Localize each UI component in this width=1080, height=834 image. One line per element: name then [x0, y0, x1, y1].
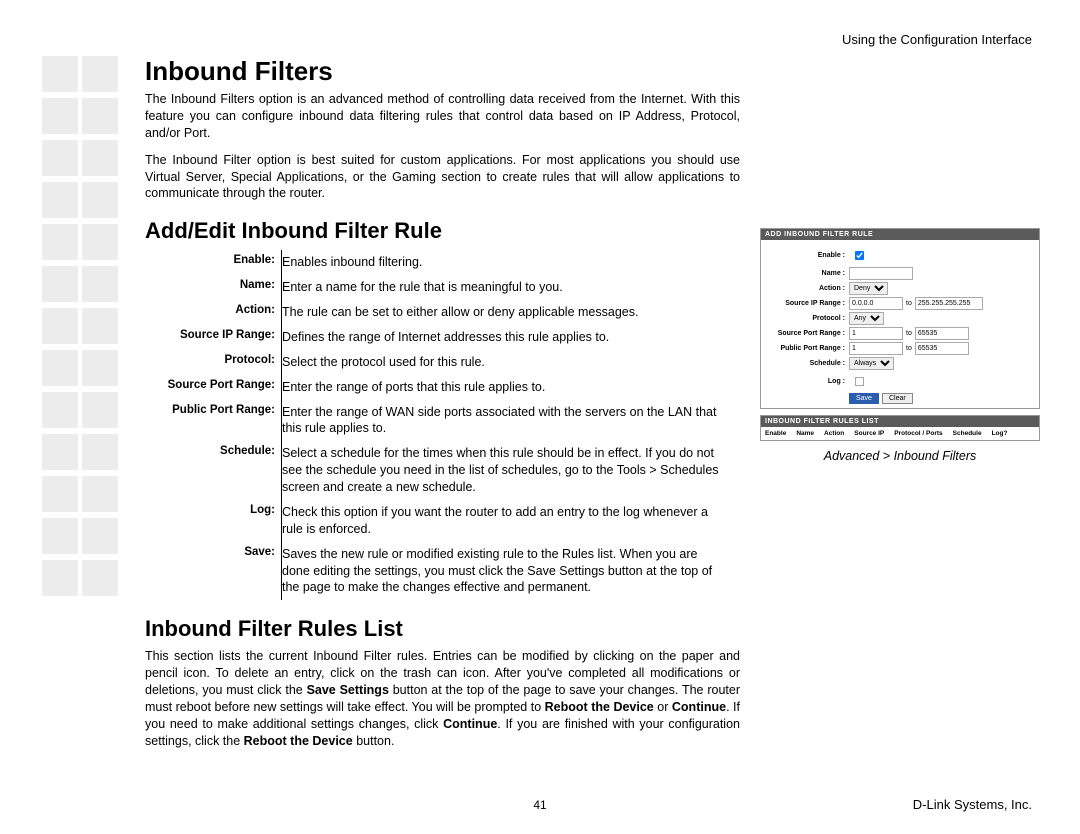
intro-paragraph-1: The Inbound Filters option is an advance…	[145, 91, 740, 142]
definitions-table: Enable:Enables inbound filtering. Name:E…	[145, 250, 728, 600]
def-label: Protocol:	[145, 350, 282, 375]
def-label: Log:	[145, 500, 282, 542]
def-value: The rule can be set to either allow or d…	[282, 300, 729, 325]
def-value: Enter a name for the rule that is meanin…	[282, 275, 729, 300]
def-label: Save:	[145, 542, 282, 601]
screenshot-panel-title: INBOUND FILTER RULES LIST	[761, 416, 1039, 427]
def-label: Source Port Range:	[145, 375, 282, 400]
def-label: Source IP Range:	[145, 325, 282, 350]
screenshot-caption: Advanced > Inbound Filters	[760, 449, 1040, 463]
main-content: Inbound Filters The Inbound Filters opti…	[145, 56, 740, 760]
src-ip-to[interactable]	[915, 297, 983, 310]
def-label: Schedule:	[145, 441, 282, 500]
save-button[interactable]: Save	[849, 393, 879, 404]
page-header: Using the Configuration Interface	[842, 32, 1032, 47]
section-add-edit: Add/Edit Inbound Filter Rule	[145, 218, 740, 244]
clear-button[interactable]: Clear	[882, 393, 913, 404]
def-value: Saves the new rule or modified existing …	[282, 542, 729, 601]
def-value: Enter the range of WAN side ports associ…	[282, 400, 729, 442]
def-label: Enable:	[145, 250, 282, 275]
def-value: Enter the range of ports that this rule …	[282, 375, 729, 400]
src-port-from[interactable]	[849, 327, 903, 340]
screenshot-panel-title: ADD INBOUND FILTER RULE	[761, 229, 1039, 240]
page-title: Inbound Filters	[145, 56, 740, 87]
def-label: Public Port Range:	[145, 400, 282, 442]
footer-company: D-Link Systems, Inc.	[913, 797, 1032, 812]
screenshot-panel-add: ADD INBOUND FILTER RULE Enable : Name : …	[760, 228, 1040, 409]
src-ip-from[interactable]	[849, 297, 903, 310]
log-checkbox[interactable]	[855, 377, 864, 386]
pub-port-from[interactable]	[849, 342, 903, 355]
def-value: Select a schedule for the times when thi…	[282, 441, 729, 500]
def-value: Select the protocol used for this rule.	[282, 350, 729, 375]
src-port-to[interactable]	[915, 327, 969, 340]
def-label: Name:	[145, 275, 282, 300]
intro-paragraph-2: The Inbound Filter option is best suited…	[145, 152, 740, 203]
screenshot-figure: ADD INBOUND FILTER RULE Enable : Name : …	[760, 228, 1040, 463]
pub-port-to[interactable]	[915, 342, 969, 355]
decorative-squares	[42, 56, 122, 602]
action-select[interactable]: Deny	[849, 282, 888, 295]
def-value: Check this option if you want the router…	[282, 500, 729, 542]
def-value: Defines the range of Internet addresses …	[282, 325, 729, 350]
section-rules-list: Inbound Filter Rules List	[145, 616, 740, 642]
rules-list-paragraph: This section lists the current Inbound F…	[145, 648, 740, 749]
def-value: Enables inbound filtering.	[282, 250, 729, 275]
name-input[interactable]	[849, 267, 913, 280]
screenshot-panel-list: INBOUND FILTER RULES LIST EnableNameActi…	[760, 415, 1040, 441]
def-label: Action:	[145, 300, 282, 325]
schedule-select[interactable]: Always	[849, 357, 894, 370]
protocol-select[interactable]: Any	[849, 312, 884, 325]
screenshot-columns: EnableNameActionSource IPProtocol / Port…	[761, 427, 1039, 440]
enable-checkbox[interactable]	[855, 251, 864, 260]
